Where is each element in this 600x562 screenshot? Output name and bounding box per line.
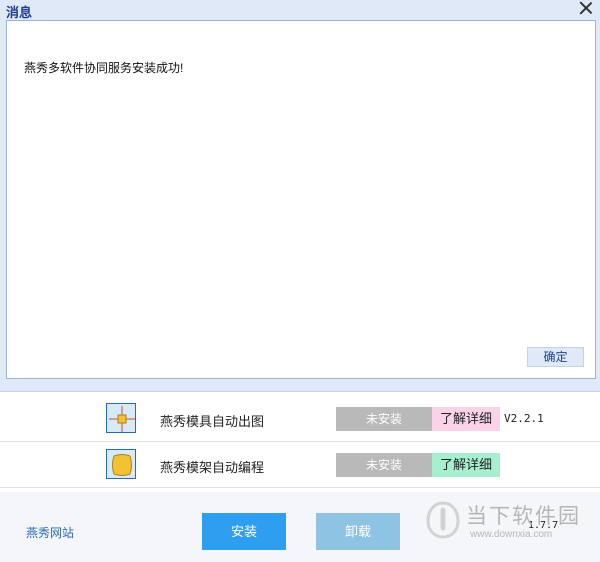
learn-more-button[interactable]: 了解详细 [432, 453, 500, 477]
dialog-title: 消息 [6, 5, 33, 20]
watermark-name: 当下软件园 [466, 505, 581, 528]
uninstall-button[interactable]: 卸载 [316, 513, 400, 550]
learn-more-button[interactable]: 了解详细 [432, 407, 500, 431]
product-name: 燕秀模架自动编程 [160, 460, 265, 475]
mold-base-programming-icon [106, 449, 136, 479]
watermark-logo-icon [425, 500, 461, 540]
product-name: 燕秀模具自动出图 [160, 414, 265, 429]
dialog-body: 燕秀多软件协同服务安装成功! 确定 [6, 20, 596, 379]
mold-drawing-icon [106, 403, 136, 433]
install-status-badge: 未安装 [336, 407, 432, 431]
product-row: 燕秀模具自动出图 未安装 了解详细 V2.2.1 [0, 396, 600, 442]
install-button[interactable]: 安装 [202, 513, 286, 550]
watermark-url: www.downxia.com [470, 529, 553, 540]
message-dialog: 消息 燕秀多软件协同服务安装成功! 确定 [0, 0, 600, 392]
ok-button[interactable]: 确定 [527, 347, 584, 367]
install-status-badge: 未安装 [336, 453, 432, 477]
product-version: V2.2.1 [504, 412, 544, 425]
product-row: 燕秀模架自动编程 未安装 了解详细 [0, 442, 600, 488]
website-link[interactable]: 燕秀网站 [26, 524, 74, 541]
dialog-message: 燕秀多软件协同服务安装成功! [24, 61, 184, 75]
close-icon[interactable] [578, 0, 594, 16]
